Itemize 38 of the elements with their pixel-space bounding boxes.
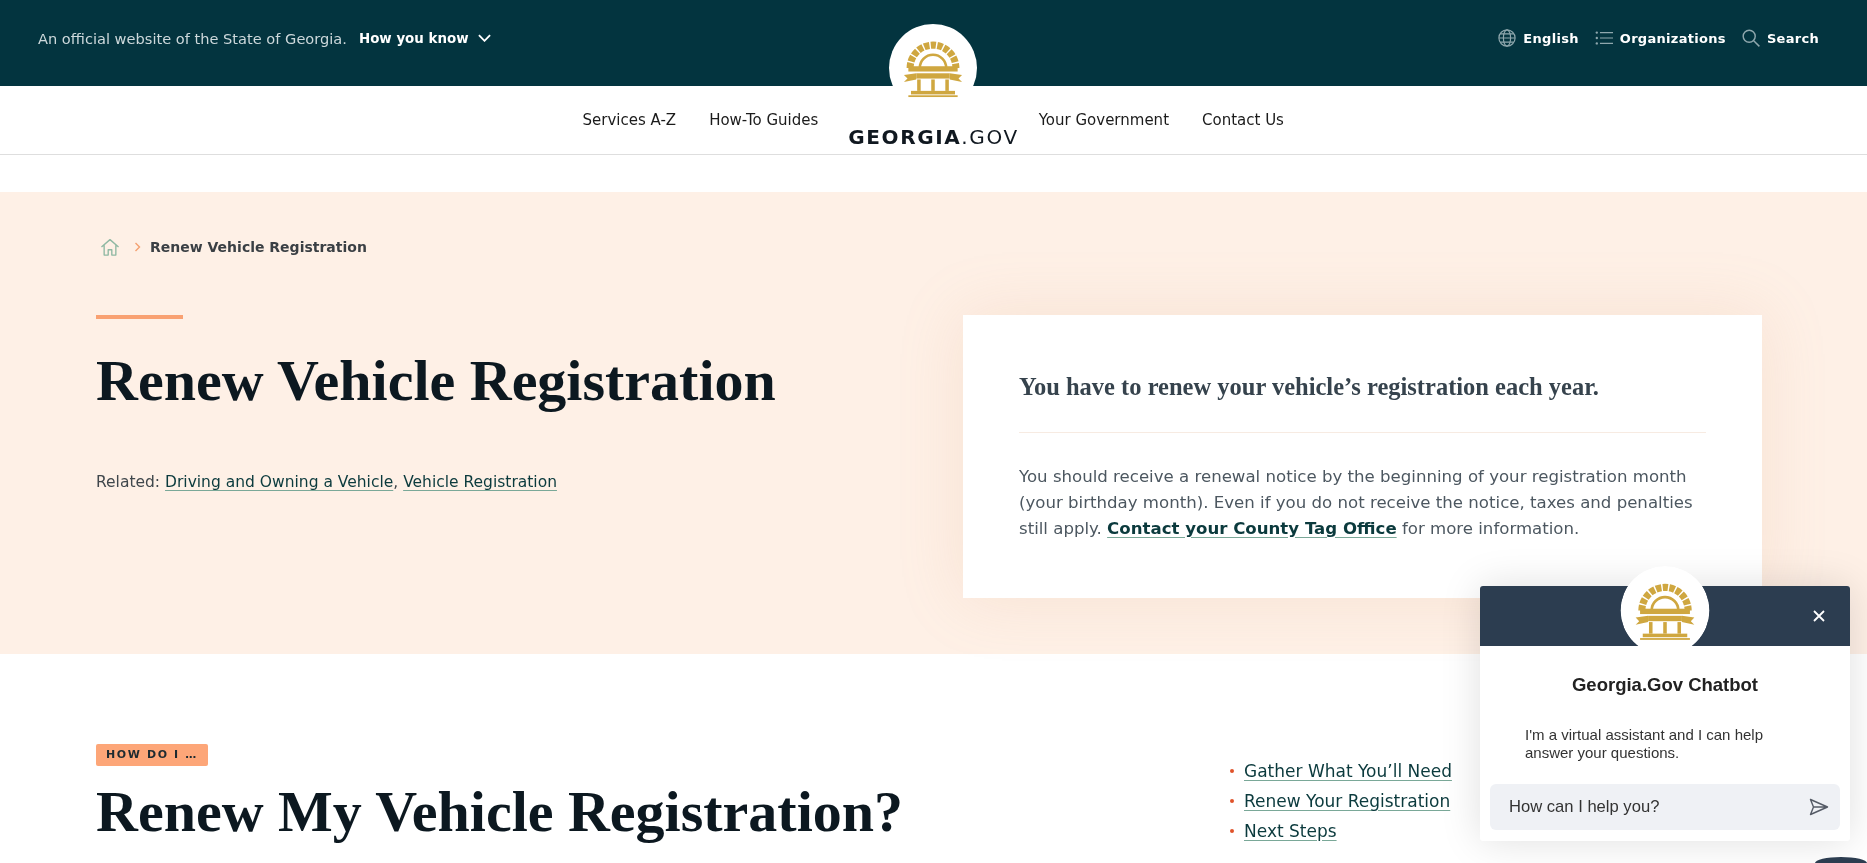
assistant-message: I'm a virtual assistant and I can help answer your questions. [1524, 726, 1764, 761]
section-title: Renew My Vehicle Registration? [96, 779, 904, 845]
card-heading: You have to renew your vehicle’s registration each year. [1019, 372, 1600, 402]
step-link[interactable]: Next Steps [1244, 821, 1337, 841]
page-title: Renew Vehicle Registration [96, 348, 776, 414]
chatbot-title: Georgia.Gov Chatbot [1570, 674, 1759, 696]
breadcrumb-current: Renew Vehicle Registration [150, 239, 367, 255]
section-label-badge: HOW DO I … [96, 744, 208, 766]
how-you-know-button[interactable]: How you know [358, 30, 491, 46]
search-icon [1741, 29, 1760, 47]
step-link[interactable]: Renew Your Registration [1244, 791, 1451, 811]
list-icon [1594, 29, 1613, 47]
step-link[interactable]: Gather What You’ll Need [1244, 761, 1452, 781]
site-logo-text[interactable]: GEORGIA.GOV [848, 125, 1019, 149]
message-input[interactable]: How can I help you? [1490, 784, 1840, 830]
nav-link[interactable]: Your Government [1038, 111, 1169, 129]
close-icon [1813, 610, 1825, 622]
card-paragraph: You should receive a renewal notice by the beginning of your registration month (your birthday month). Even if you do not receive the notice, taxes and penalties still apply. Contact your County Tag Office for more information. [1019, 466, 1694, 540]
language-button[interactable]: English [1498, 29, 1579, 47]
bullet-icon [1230, 829, 1234, 833]
nav-link[interactable]: How-To Guides [709, 111, 819, 129]
county-office-link[interactable]: Contact your County Tag Office [1107, 519, 1397, 538]
related-links-text: Related: Driving and Owning a Vehicle, Vehicle Registration [96, 472, 557, 493]
send-button[interactable] [1809, 797, 1829, 817]
chat-launcher-button[interactable] [1815, 857, 1867, 863]
nav-link[interactable]: Services A-Z [582, 111, 677, 129]
bullet-icon [1230, 799, 1234, 803]
organizations-button[interactable]: Organizations [1594, 29, 1726, 47]
related-link[interactable]: Vehicle Registration [403, 473, 557, 491]
send-icon [1809, 798, 1829, 816]
nav-link[interactable]: Contact Us [1202, 111, 1284, 129]
search-button[interactable]: Search [1741, 29, 1819, 47]
globe-icon [1498, 29, 1517, 47]
related-link[interactable]: Driving and Owning a Vehicle [165, 473, 394, 491]
chevron-down-icon [477, 34, 491, 42]
official-site-text: An official website of the State of Georgia. [38, 29, 347, 47]
chevron-right-icon [134, 242, 141, 252]
bullet-icon [1230, 769, 1234, 773]
